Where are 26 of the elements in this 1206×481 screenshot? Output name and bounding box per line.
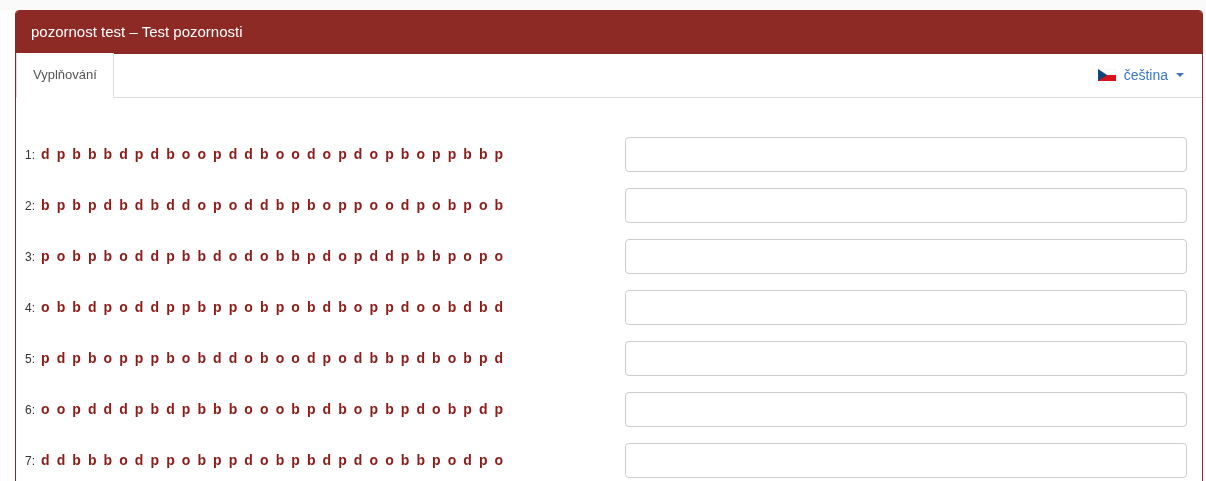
question-number: 1: (25, 147, 35, 162)
answer-field[interactable] (625, 289, 1187, 325)
letter-sequence: p o b p b o d d p b b d o d o b b p d o p d d p b b p o p o (41, 247, 505, 264)
question-number: 5: (25, 351, 35, 366)
question-number: 6: (25, 402, 35, 417)
letter-sequence: p d p b o p p p b o b d d o b o o d p o d b b p d b o b p d (41, 349, 505, 366)
question-number: 4: (25, 300, 35, 315)
question-number: 7: (25, 453, 35, 468)
flag-icon (1097, 69, 1116, 81)
letter-sequence: o o p d d d p b d p b b b o o o b p d b o p b p d o b p d p (41, 400, 505, 417)
language-dropdown[interactable]: čeština (1097, 64, 1184, 86)
panel-title: pozornost test – Test pozornosti (16, 11, 1202, 54)
question-number: 2: (25, 198, 35, 213)
letter-sequence: b p b p d b d b d d o p o d d b p b o p p o o d p o b p o b (41, 196, 505, 213)
tab[interactable]: Vyplňování (16, 53, 114, 98)
answer-field[interactable] (625, 238, 1187, 274)
letter-sequence: d p b b b d p d b o o p d d b o o d o p d o p b o p p b b p (41, 145, 505, 162)
letter-sequence: d d b b b o d p p o b p p d o b p b d p d o o b b p o d p o (41, 451, 505, 468)
answer-field[interactable] (625, 340, 1187, 376)
caret-icon (1176, 73, 1184, 77)
answer-field[interactable] (625, 187, 1187, 223)
answer-field[interactable] (625, 136, 1187, 172)
letter-sequence: o b b d p o d d p p b p p o b p o b d b o p p d o o b d b d (41, 298, 505, 315)
answer-field[interactable] (625, 442, 1187, 478)
question-number: 3: (25, 249, 35, 264)
answer-field[interactable] (625, 391, 1187, 427)
